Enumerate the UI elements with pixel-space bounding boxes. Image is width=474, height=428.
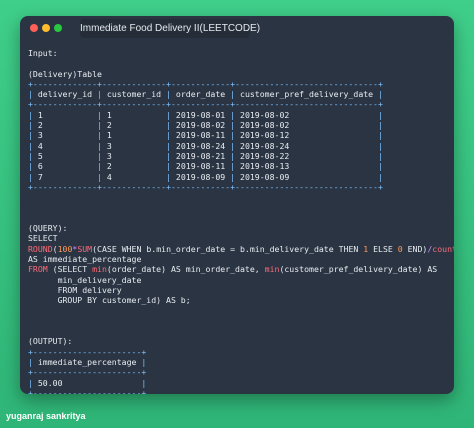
col-order-date: order_date xyxy=(175,89,226,100)
table-cell: 2019-08-02 xyxy=(175,120,226,131)
sql-text: (customer_pref_delivery_date) AS xyxy=(279,264,438,275)
sql-text: END) xyxy=(402,243,428,254)
author-name: yuganraj sankritya xyxy=(6,411,86,421)
table-cell: 2019-08-12 xyxy=(240,130,290,141)
sql-select: SELECT xyxy=(28,233,58,244)
code-block: Input: (Delivery)Table +-------------+--… xyxy=(28,48,454,394)
sql-text: (SELECT xyxy=(47,264,93,275)
table-border-mid: +-------------+-------------+-----------… xyxy=(28,99,383,110)
table-cell: 6 xyxy=(37,161,43,172)
table-cell: 3 xyxy=(37,130,43,141)
output-border-top: +----------------------+ xyxy=(28,346,147,357)
window-titlebar: Immediate Food Delivery II(LEETCODE) xyxy=(20,16,454,40)
output-label: (OUTPUT): xyxy=(28,336,73,347)
table-cell: 2 xyxy=(37,120,43,131)
table-cell: 2019-08-22 xyxy=(240,150,290,161)
close-button[interactable] xyxy=(30,24,38,32)
table-cell: 2019-08-21 xyxy=(175,150,226,161)
sql-line: GROUP BY customer_id) AS b; xyxy=(28,295,191,306)
col-pref-delivery-date: customer_pref_delivery_date xyxy=(240,89,374,100)
output-column: immediate_percentage xyxy=(37,356,137,367)
table-cell: 2019-08-09 xyxy=(240,171,290,182)
output-border-mid: +----------------------+ xyxy=(28,367,147,378)
sql-line: min_delivery_date xyxy=(28,274,142,285)
sql-from: FROM xyxy=(28,264,48,275)
output-border-bottom: +----------------------+ xyxy=(28,387,147,394)
sql-line: AS immediate_percentage xyxy=(28,253,142,264)
table-cell: 2 xyxy=(106,161,112,172)
table-cell: 1 xyxy=(106,130,112,141)
sql-fn-count: count xyxy=(432,243,454,254)
sql-fn-round: ROUND xyxy=(28,243,53,254)
sql-text: (order_date) AS min_order_date, xyxy=(106,264,265,275)
input-label: Input: xyxy=(28,48,58,58)
table-cell: 1 xyxy=(37,109,43,120)
col-delivery-id: delivery_id xyxy=(37,89,93,100)
table-cell: 2019-08-13 xyxy=(240,161,290,172)
sql-fn-min: min xyxy=(264,264,280,275)
table-cell: 3 xyxy=(106,140,112,151)
table-cell: 2019-08-24 xyxy=(175,140,226,151)
minimize-button[interactable] xyxy=(42,24,50,32)
table-cell: 2019-08-01 xyxy=(175,109,226,120)
terminal-window: Immediate Food Delivery II(LEETCODE) Inp… xyxy=(20,16,454,394)
table-cell: 2019-08-02 xyxy=(240,109,290,120)
sql-text: (CASE WHEN b.min_order_date = b.min_deli… xyxy=(92,243,364,254)
sql-number: 100 xyxy=(57,243,73,254)
table-cell: 2019-08-11 xyxy=(175,161,226,172)
table-cell: 4 xyxy=(37,140,43,151)
table-cell: 4 xyxy=(106,171,112,182)
sql-line: FROM delivery xyxy=(28,284,122,295)
table-cell: 2019-08-09 xyxy=(175,171,226,182)
table-cell: 2 xyxy=(106,120,112,131)
table-cell: 1 xyxy=(106,109,112,120)
output-value: 50.00 xyxy=(37,377,63,388)
table-border-bottom: +-------------+-------------+-----------… xyxy=(28,181,383,192)
table-cell: 7 xyxy=(37,171,43,182)
table-cell: 5 xyxy=(37,150,43,161)
sql-text: ELSE xyxy=(368,243,398,254)
query-label: (QUERY): xyxy=(28,223,68,234)
table-label: (Delivery)Table xyxy=(28,68,102,79)
sql-fn-min: min xyxy=(92,264,107,275)
table-cell: 3 xyxy=(106,150,112,161)
sql-fn-sum: SUM xyxy=(77,243,93,254)
table-cell: 2019-08-11 xyxy=(175,130,226,141)
table-border-top: +-------------+-------------+-----------… xyxy=(28,78,383,89)
table-cell: 2019-08-24 xyxy=(240,140,290,151)
tab-title[interactable]: Immediate Food Delivery II(LEETCODE) xyxy=(80,19,260,38)
col-customer-id: customer_id xyxy=(106,89,162,100)
maximize-button[interactable] xyxy=(54,24,62,32)
table-cell: 2019-08-02 xyxy=(240,120,290,131)
